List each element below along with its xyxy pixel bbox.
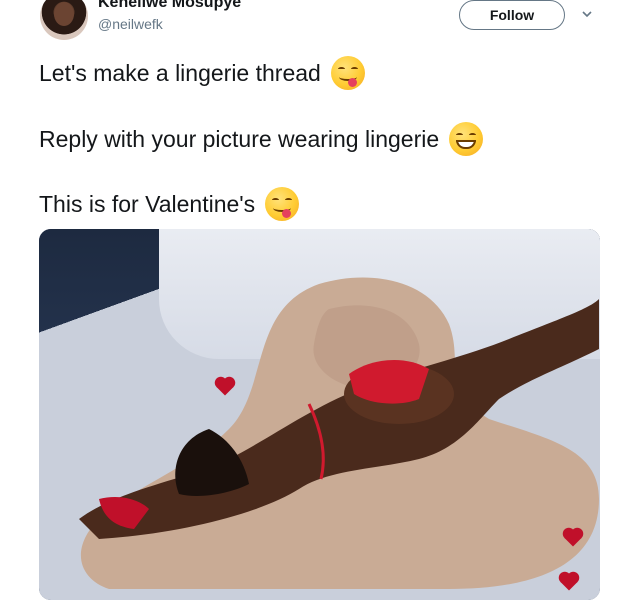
user-handle[interactable]: @neilwefk xyxy=(98,16,163,32)
face-savoring-food-icon xyxy=(330,56,365,90)
tweet-line: Let's make a lingerie thread xyxy=(39,56,365,90)
tweet-line-text: Reply with your picture wearing lingerie xyxy=(39,126,440,152)
tweet-line: Reply with your picture wearing lingerie xyxy=(39,122,484,156)
chevron-down-icon[interactable] xyxy=(582,9,592,19)
tweet-line-text: Let's make a lingerie thread xyxy=(39,60,321,86)
tweet-line: This is for Valentine's xyxy=(39,187,300,221)
tweet-line-text: This is for Valentine's xyxy=(39,191,256,217)
grinning-face-with-smiling-eyes-icon xyxy=(449,122,484,156)
photo-person xyxy=(79,299,599,539)
follow-button[interactable]: Follow xyxy=(459,0,565,30)
display-name[interactable]: Keneilwe Mosupye xyxy=(98,0,241,12)
tweet-photo[interactable] xyxy=(39,229,600,600)
tweet-header: Keneilwe Mosupye @neilwefk Follow xyxy=(0,0,629,50)
face-savoring-food-icon xyxy=(265,187,300,221)
avatar[interactable] xyxy=(40,0,88,40)
